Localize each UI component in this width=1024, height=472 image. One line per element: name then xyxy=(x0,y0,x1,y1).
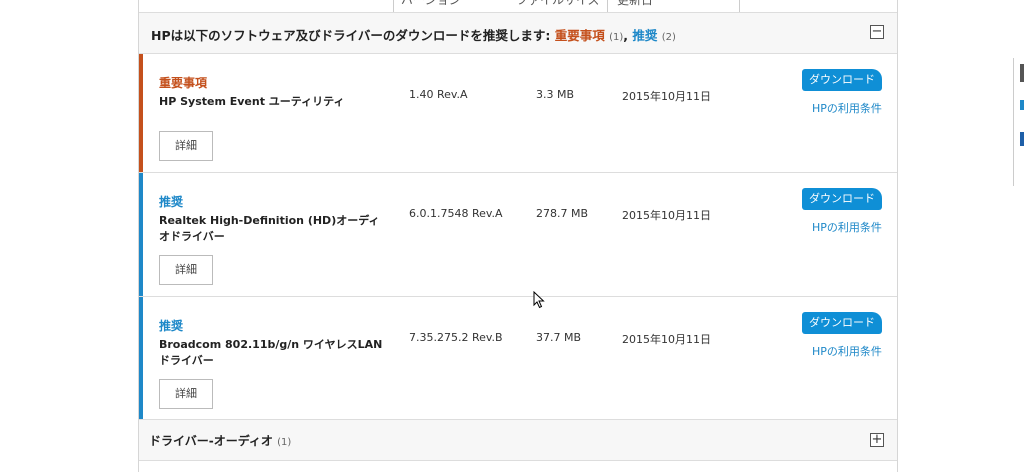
priority-bar xyxy=(139,54,143,172)
row-date: 2015年10月11日 xyxy=(622,209,711,222)
row-date: 2015年10月11日 xyxy=(622,333,711,346)
priority-bar xyxy=(139,173,143,296)
column-filesize: ファイルサイズ xyxy=(516,0,600,7)
column-date: 更新日 xyxy=(617,0,654,7)
software-row-system-event: 重要事項 HP System Event ユーティリティ 1.40 Rev.A … xyxy=(139,54,897,173)
download-button[interactable]: ダウンロード xyxy=(802,312,882,334)
software-row-broadcom: 推奨 Broadcom 802.11b/g/n ワイヤレスLANドライバー 7.… xyxy=(139,297,897,420)
row-version: 7.35.275.2 Rev.B xyxy=(409,331,503,344)
category-count: (1) xyxy=(277,437,292,448)
side-tool-icon[interactable] xyxy=(1020,64,1024,82)
collapse-icon[interactable]: − xyxy=(870,25,884,39)
column-version: バージョン xyxy=(401,0,461,7)
priority-bar xyxy=(139,297,143,419)
row-version: 1.40 Rev.A xyxy=(409,88,468,101)
row-size: 278.7 MB xyxy=(536,207,589,220)
row-name: Broadcom 802.11b/g/n ワイヤレスLANドライバー xyxy=(159,338,383,367)
row-size: 37.7 MB xyxy=(536,331,582,344)
detail-button[interactable]: 詳細 xyxy=(159,131,213,161)
row-tag: 推奨 xyxy=(159,319,184,333)
category-name: ドライバー-オーディオ xyxy=(149,434,273,448)
detail-button[interactable]: 詳細 xyxy=(159,379,213,409)
download-button[interactable]: ダウンロード xyxy=(802,69,882,91)
software-row-realtek: 推奨 Realtek High-Definition (HD)オーディオドライバ… xyxy=(139,173,897,297)
row-date: 2015年10月11日 xyxy=(622,90,711,103)
software-panel: バージョン ファイルサイズ 更新日 HPは以下のソフトウェア及びドライバーのダウ… xyxy=(138,0,898,472)
row-name: HP System Event ユーティリティ xyxy=(159,95,345,108)
row-size: 3.3 MB xyxy=(536,88,575,101)
row-tag: 重要事項 xyxy=(159,76,208,90)
category-title: ドライバー-オーディオ (1) xyxy=(149,432,291,449)
terms-link[interactable]: HPの利用条件 xyxy=(812,343,882,359)
important-link[interactable]: 重要事項 xyxy=(555,28,605,43)
side-share-icon[interactable] xyxy=(1020,100,1024,110)
column-header: バージョン ファイルサイズ 更新日 xyxy=(139,0,897,13)
category-audio-driver[interactable]: ドライバー-オーディオ (1) + xyxy=(139,420,897,461)
recommended-link[interactable]: 推奨 xyxy=(632,28,657,43)
recommendation-text: HPは以下のソフトウェア及びドライバーのダウンロードを推奨します: xyxy=(151,28,555,43)
side-social-icon[interactable] xyxy=(1020,132,1024,146)
mouse-cursor-icon xyxy=(533,291,545,309)
recommendation-header: HPは以下のソフトウェア及びドライバーのダウンロードを推奨します: 重要事項 (… xyxy=(139,13,897,54)
recommended-count: (2) xyxy=(661,32,676,43)
recommendation-title: HPは以下のソフトウェア及びドライバーのダウンロードを推奨します: 重要事項 (… xyxy=(151,25,676,44)
row-version: 6.0.1.7548 Rev.A xyxy=(409,207,503,220)
terms-link[interactable]: HPの利用条件 xyxy=(812,219,882,235)
row-name: Realtek High-Definition (HD)オーディオドライバー xyxy=(159,214,380,243)
detail-button[interactable]: 詳細 xyxy=(159,255,213,285)
download-button[interactable]: ダウンロード xyxy=(802,188,882,210)
important-count: (1) xyxy=(609,32,624,43)
row-tag: 推奨 xyxy=(159,195,184,209)
expand-icon[interactable]: + xyxy=(870,433,884,447)
side-toolbar xyxy=(1013,58,1024,186)
terms-link[interactable]: HPの利用条件 xyxy=(812,100,882,116)
